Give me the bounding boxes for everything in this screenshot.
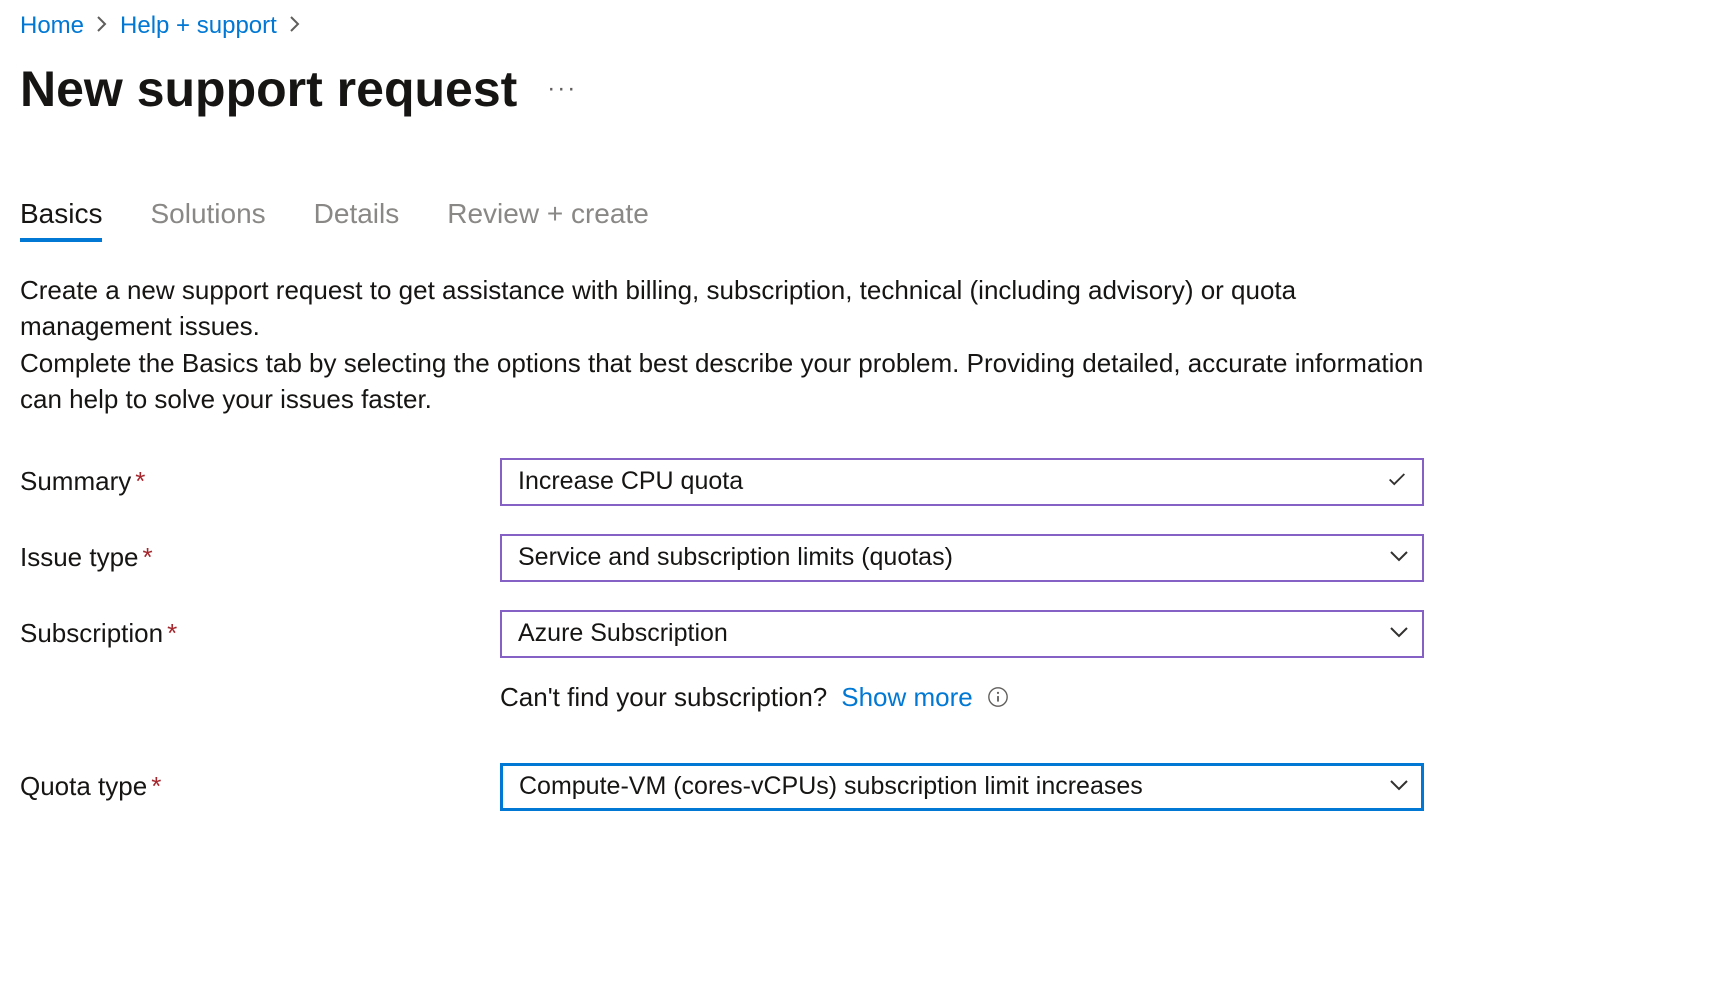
more-icon[interactable]: ··· <box>547 75 577 103</box>
form-row-subscription: Subscription* Azure Subscription <box>20 610 1692 658</box>
form-row-summary: Summary* Increase CPU quota <box>20 458 1692 506</box>
form-row-issue-type: Issue type* Service and subscription lim… <box>20 534 1692 582</box>
summary-label: Summary* <box>20 466 500 497</box>
subscription-helper-text: Can't find your subscription? Show more <box>500 682 1009 713</box>
required-indicator: * <box>167 618 177 648</box>
chevron-right-icon <box>289 15 301 38</box>
required-indicator: * <box>135 466 145 496</box>
chevron-right-icon <box>96 15 108 38</box>
subscription-select[interactable]: Azure Subscription <box>500 610 1424 658</box>
tab-review-create[interactable]: Review + create <box>447 198 649 242</box>
tab-details[interactable]: Details <box>314 198 400 242</box>
breadcrumb-help-support-link[interactable]: Help + support <box>120 12 277 40</box>
description-text: Create a new support request to get assi… <box>20 272 1450 418</box>
show-more-link[interactable]: Show more <box>841 682 973 713</box>
subscription-label: Subscription* <box>20 618 500 649</box>
form-row-quota-type: Quota type* Compute-VM (cores-vCPUs) sub… <box>20 763 1692 811</box>
info-icon[interactable] <box>987 686 1009 708</box>
quota-type-label: Quota type* <box>20 771 500 802</box>
required-indicator: * <box>151 771 161 801</box>
quota-type-select[interactable]: Compute-VM (cores-vCPUs) subscription li… <box>500 763 1424 811</box>
issue-type-select[interactable]: Service and subscription limits (quotas) <box>500 534 1424 582</box>
tabs: Basics Solutions Details Review + create <box>20 198 1692 242</box>
page-title-row: New support request ··· <box>20 60 1692 118</box>
breadcrumb-home-link[interactable]: Home <box>20 12 84 40</box>
breadcrumb: Home Help + support <box>20 12 1692 40</box>
subscription-helper-row: Can't find your subscription? Show more <box>20 682 1692 713</box>
tab-solutions[interactable]: Solutions <box>150 198 265 242</box>
tab-basics[interactable]: Basics <box>20 198 102 242</box>
page-title: New support request <box>20 60 517 118</box>
summary-input[interactable]: Increase CPU quota <box>500 458 1424 506</box>
required-indicator: * <box>143 542 153 572</box>
issue-type-label: Issue type* <box>20 542 500 573</box>
